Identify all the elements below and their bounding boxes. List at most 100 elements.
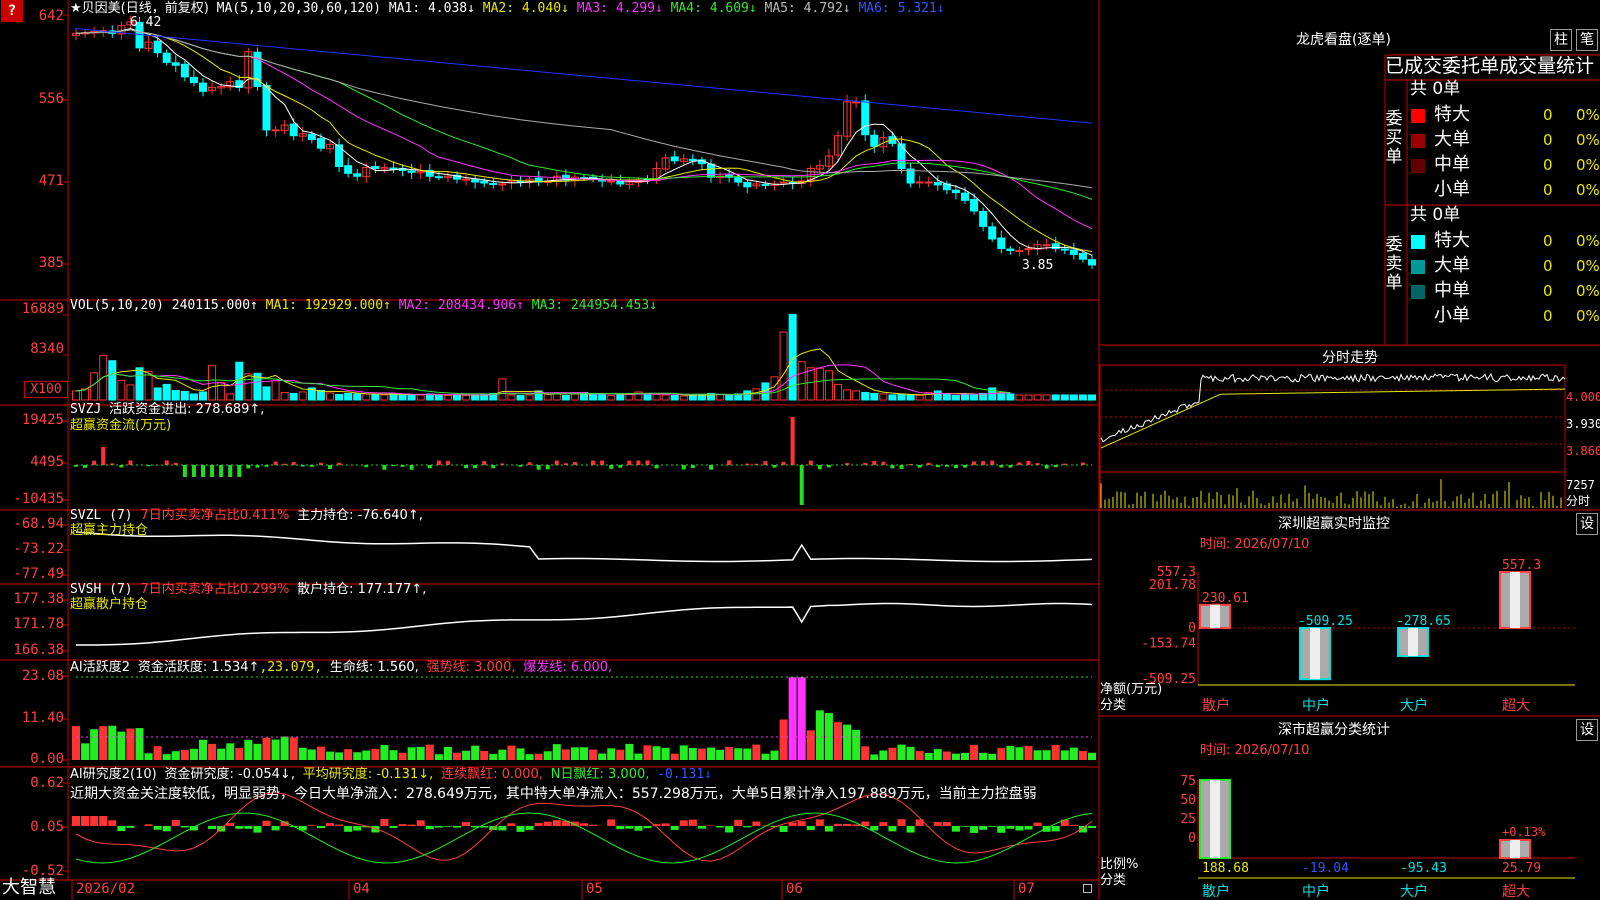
- ai2-bar: [117, 826, 126, 832]
- ai1-v1: 资金活跃度: 1.534↑: [137, 660, 260, 675]
- ai2-bar: [425, 826, 434, 830]
- sz-stats-settings-button[interactable]: 设: [1576, 719, 1598, 741]
- ai1-bar: [770, 750, 779, 760]
- ai1-bar: [262, 737, 271, 760]
- buy-total: 共 0单: [1410, 79, 1461, 99]
- ai2-bar: [725, 826, 734, 833]
- volume-bar: [416, 394, 425, 401]
- ai2-bar: [897, 819, 906, 826]
- volume-bar: [725, 394, 734, 401]
- volume-bar: [289, 392, 298, 401]
- candle-body: [761, 183, 770, 186]
- ai2-bar: [979, 826, 988, 830]
- sz-monitor-time: 时间: 2026/07/10: [1200, 537, 1310, 552]
- order-percent: 0%: [1576, 181, 1600, 199]
- candle-body: [607, 180, 616, 183]
- main-chart-svg[interactable]: [0, 0, 1600, 900]
- ai2-v5: -0.131↓: [657, 767, 712, 782]
- ai2-bar: [716, 826, 725, 828]
- price-header: ★贝因美(日线，前复权) MA(5,10,20,30,60,120) MA1: …: [70, 1, 945, 17]
- volume-bar: [1033, 394, 1042, 401]
- peak-price-label: 6.42: [130, 15, 162, 30]
- vol-header: VOL(5,10,20) 240115.000↑ MA1: 192929.000…: [70, 298, 657, 314]
- ai2-bar: [625, 826, 634, 829]
- ai1-bar: [398, 752, 407, 760]
- candle-body: [1078, 252, 1087, 260]
- ai2-bar: [552, 820, 561, 826]
- vol-ma-line: [75, 373, 1011, 395]
- svzj-bar: [445, 460, 450, 465]
- ai1-bar: [171, 751, 180, 760]
- candle-body: [979, 210, 988, 227]
- ai1-bar: [525, 754, 534, 760]
- ai2-bar: [961, 826, 969, 827]
- ai2-bar: [398, 824, 407, 826]
- ai1-bar: [697, 748, 706, 760]
- ai2-bar: [1088, 826, 1096, 829]
- ai2-bar: [661, 823, 670, 826]
- ai2-bar: [806, 826, 815, 830]
- order-color-swatch: [1411, 109, 1425, 123]
- ai1-bar: [870, 754, 879, 760]
- volume-bar: [743, 390, 752, 401]
- svzl-y-tick: -73.22: [13, 541, 64, 557]
- bar-mode-button[interactable]: 柱: [1550, 29, 1572, 51]
- ai2-comment: 近期大资金关注度较低，明显弱势，今日大单净流入：278.649万元，其中特大单净…: [70, 786, 1037, 802]
- volume-bar: [99, 355, 108, 401]
- volume-bar: [135, 367, 144, 401]
- ai1-v3: 生命线: 1.560,: [329, 660, 419, 675]
- ai2-bar: [171, 819, 180, 826]
- ai1-bar: [598, 753, 607, 760]
- svzj-bar: [763, 461, 768, 465]
- ai1-bar: [761, 753, 770, 760]
- candle-body: [462, 178, 471, 181]
- volume-bar: [688, 394, 697, 401]
- vol-unit-badge[interactable]: X100: [24, 381, 68, 398]
- ai1-bar: [607, 748, 616, 760]
- volume-bar: [951, 394, 960, 401]
- ai2-bar: [970, 826, 979, 833]
- vol-y-tick: 8340: [30, 341, 64, 357]
- ai2-bar: [72, 816, 80, 826]
- svzj-bar: [409, 465, 414, 470]
- order-color-swatch: [1411, 260, 1425, 274]
- candle-body: [970, 198, 979, 212]
- candle-body: [1069, 249, 1078, 255]
- volume-bar: [1006, 393, 1015, 401]
- ai1-bar: [951, 753, 960, 760]
- sz-monitor-settings-button[interactable]: 设: [1576, 513, 1598, 535]
- volume-bar: [380, 394, 389, 401]
- order-color-swatch: [1411, 159, 1425, 173]
- ai1-bar: [752, 744, 761, 760]
- ai1-bar: [806, 730, 815, 760]
- candle-body: [180, 63, 189, 78]
- svzj-bar: [890, 465, 895, 469]
- volume-bar: [162, 383, 171, 401]
- ai1-bar: [1060, 750, 1069, 760]
- ai2-bar: [99, 816, 108, 826]
- ma6-value: MA6: 5.321↓: [858, 1, 945, 16]
- ai2-bar: [81, 816, 90, 826]
- svzj-bar: [627, 460, 632, 465]
- ai1-bar: [979, 752, 988, 760]
- price-y-tick: 556: [38, 91, 64, 107]
- ai1-bar: [915, 750, 924, 760]
- ai1-bar: [589, 749, 598, 760]
- svzj-bar: [482, 461, 487, 465]
- svzj-header: SVZJ 活跃资金进出: 278.689↑,: [70, 402, 264, 418]
- ma1-value: MA1: 4.038↓: [388, 1, 475, 16]
- ai1-bar: [153, 746, 162, 760]
- ai1-bar: [625, 743, 634, 760]
- x-axis-label: 2026/02: [76, 881, 136, 897]
- svsh-pct: 7日内买卖净占比0.299%: [140, 582, 290, 597]
- ai1-bar: [1051, 744, 1060, 760]
- ai2-bar: [507, 823, 516, 826]
- ai2-bar: [525, 826, 534, 830]
- ai1-bar: [217, 748, 226, 760]
- volume-bar: [453, 394, 461, 401]
- tick-mode-button[interactable]: 笔: [1576, 29, 1598, 51]
- candle-body: [1088, 259, 1096, 266]
- ai1-bar: [298, 747, 307, 760]
- ai1-bar: [743, 748, 752, 760]
- lock-icon[interactable]: [1083, 884, 1092, 893]
